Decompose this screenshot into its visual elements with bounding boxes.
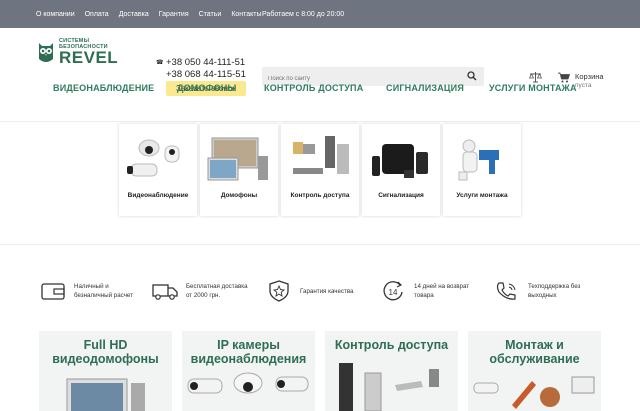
category-label: Видеонаблюдение xyxy=(127,192,189,199)
feature-line-1: Гарантия качества xyxy=(300,287,354,295)
top-link-about[interactable]: О компании xyxy=(36,11,75,18)
installation-tools-image xyxy=(473,376,595,409)
feature-payment: Наличный и безналичный расчет xyxy=(40,280,136,302)
intercom-devices-image xyxy=(66,378,145,411)
alarm-kit-image xyxy=(372,144,428,178)
banner-title-1: Контроль доступа xyxy=(334,338,449,352)
access-control-image xyxy=(293,136,349,174)
banner-access[interactable]: Контроль доступа xyxy=(325,331,458,411)
access-devices-image xyxy=(339,363,439,411)
banner-title-1: Full HD xyxy=(83,338,128,352)
working-hours: Работаем с 8:00 до 20:00 xyxy=(262,10,345,18)
truck-icon xyxy=(152,284,178,300)
banner-intercoms[interactable]: Full HD видеодомофоны xyxy=(39,331,172,411)
phone-number-1[interactable]: +38 050 44-111-51 xyxy=(166,57,245,69)
phone-list: ☎ +38 050 44-111-51 +38 068 44-115-51 xyxy=(156,57,246,81)
category-label: Контроль доступа xyxy=(290,192,350,199)
category-card-access[interactable]: Контроль доступа xyxy=(281,124,359,216)
nav-item-access[interactable]: КОНТРОЛЬ ДОСТУПА xyxy=(264,83,363,93)
top-link-warranty[interactable]: Гарантия xyxy=(159,11,189,18)
phone-number-2[interactable]: +38 068 44-115-51 xyxy=(166,69,246,81)
search-icon[interactable] xyxy=(467,71,477,81)
cart-status: пуста xyxy=(575,82,592,89)
top-link-contacts[interactable]: Контакты xyxy=(231,11,261,18)
banner-installation[interactable]: Монтаж и обслуживание xyxy=(468,331,601,411)
category-card-intercoms[interactable]: Домофоны xyxy=(200,124,278,216)
feature-support: Техподдержка без выходных xyxy=(494,280,590,302)
banner-title-1: IP камеры xyxy=(217,338,280,352)
top-link-articles[interactable]: Статьи xyxy=(199,11,222,18)
feature-line-1: Наличный и xyxy=(74,283,109,290)
category-label: Домофоны xyxy=(220,192,258,199)
nav-item-alarm[interactable]: СИГНАЛИЗАЦИЯ xyxy=(386,83,464,93)
intercom-monitors-image xyxy=(207,137,268,181)
divider xyxy=(0,121,640,122)
category-card-alarm[interactable]: Сигнализация xyxy=(362,124,440,216)
top-link-delivery[interactable]: Доставка xyxy=(119,11,149,18)
phone-support-icon xyxy=(496,282,516,300)
cctv-cameras-image xyxy=(127,139,180,177)
feature-line-2: выходных xyxy=(528,292,557,299)
banner-title-1: Монтаж и xyxy=(505,338,564,352)
logo[interactable]: СИСТЕМЫ БЕЗОПАСНОСТИ REVEL xyxy=(36,38,118,66)
feature-line-1: Техподдержка без xyxy=(528,283,581,290)
top-bar: О компании Оплата Доставка Гарантия Стат… xyxy=(0,0,640,28)
banner-title-2: обслуживание xyxy=(489,352,580,366)
top-links: О компании Оплата Доставка Гарантия Стат… xyxy=(0,11,262,18)
header: СИСТЕМЫ БЕЗОПАСНОСТИ REVEL ☎ +38 050 44-1… xyxy=(0,28,640,96)
feature-quality: Гарантия качества xyxy=(266,280,362,302)
top-link-payment[interactable]: Оплата xyxy=(85,11,109,18)
feature-line-2: товара xyxy=(414,292,434,299)
installer-figure-image xyxy=(458,139,499,181)
return-days-number: 14 xyxy=(389,288,398,297)
feature-line-1: Бесплатная доставка xyxy=(186,283,248,290)
cart-label: Корзина xyxy=(575,72,604,81)
category-grid: Видеонаблюдение Домофоны Контроль доступ… xyxy=(119,124,521,216)
nav-item-video[interactable]: ВИДЕОНАБЛЮДЕНИЕ xyxy=(53,83,154,93)
category-card-video[interactable]: Видеонаблюдение xyxy=(119,124,197,216)
banner-ip-cameras[interactable]: IP камеры видеонаблюдения xyxy=(182,331,315,411)
nav-item-install[interactable]: УСЛУГИ МОНТАЖА xyxy=(489,83,577,93)
feature-return: 14 14 дней на возврат товара xyxy=(380,280,476,302)
return-14-icon: 14 xyxy=(383,281,403,301)
compare-scales-icon[interactable] xyxy=(529,71,542,83)
wallet-icon xyxy=(41,283,65,300)
cart-icon xyxy=(558,72,570,83)
owl-logo-icon xyxy=(39,43,53,62)
logo-brand: REVEL xyxy=(59,48,119,67)
ip-cameras-image xyxy=(187,372,309,394)
feature-line-2: безналичный расчет xyxy=(74,292,134,299)
feature-delivery: Бесплатная доставка от 2000 грн. xyxy=(152,280,248,302)
banner-title-2: видеодомофоны xyxy=(52,352,159,366)
phone-icon: ☎ xyxy=(156,60,164,66)
feature-line-1: 14 дней на возврат xyxy=(414,283,470,290)
feature-line-2: от 2000 грн. xyxy=(186,292,221,299)
shield-star-icon xyxy=(269,280,289,302)
category-label: Услуги монтажа xyxy=(456,192,508,199)
nav-item-intercoms[interactable]: ДОМОФОНЫ xyxy=(177,83,237,93)
divider xyxy=(0,244,640,245)
banner-title-2: видеонаблюдения xyxy=(190,352,307,366)
category-card-install[interactable]: Услуги монтажа xyxy=(443,124,521,216)
category-label: Сигнализация xyxy=(378,192,424,199)
